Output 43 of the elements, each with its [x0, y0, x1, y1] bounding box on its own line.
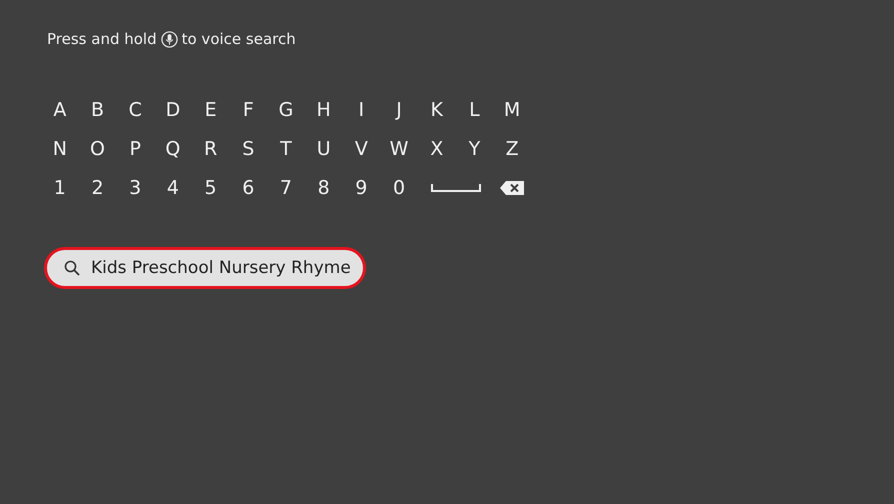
keyboard-key[interactable]: H	[304, 90, 342, 129]
keyboard-key[interactable]: Y	[456, 129, 494, 168]
keyboard-key[interactable]: 3	[116, 168, 154, 207]
keyboard-key[interactable]: V	[342, 129, 380, 168]
keyboard-key[interactable]: 5	[192, 168, 230, 207]
keyboard-key[interactable]: U	[304, 129, 342, 168]
search-field[interactable]: Kids Preschool Nursery Rhyme	[44, 247, 366, 289]
microphone-icon	[160, 30, 178, 48]
backspace-icon	[500, 180, 524, 194]
keyboard-key[interactable]: 9	[342, 168, 380, 207]
keyboard-key[interactable]: T	[267, 129, 305, 168]
keyboard-key[interactable]: 4	[154, 168, 192, 207]
keyboard-key[interactable]: I	[342, 90, 380, 129]
keyboard-key[interactable]: B	[78, 90, 116, 129]
keyboard-key[interactable]: J	[380, 90, 418, 129]
keyboard-key[interactable]: A	[41, 90, 79, 129]
keyboard-key[interactable]: 7	[267, 168, 305, 207]
keyboard-key[interactable]: C	[116, 90, 154, 129]
keyboard-key[interactable]: E	[192, 90, 230, 129]
keyboard-key[interactable]: O	[78, 129, 116, 168]
keyboard-key[interactable]: S	[229, 129, 268, 168]
keyboard-key[interactable]: P	[116, 129, 154, 168]
keyboard-key[interactable]: Z	[493, 129, 531, 168]
keyboard-key[interactable]: 1	[41, 168, 79, 207]
prompt-text: to voice search	[182, 30, 296, 48]
keyboard-key[interactable]: 2	[78, 168, 116, 207]
keyboard-key[interactable]: W	[380, 129, 418, 168]
keyboard-key[interactable]: 0	[380, 168, 418, 207]
keyboard-key[interactable]: R	[192, 129, 230, 168]
keyboard-key[interactable]: G	[267, 90, 305, 129]
keyboard-key[interactable]: F	[229, 90, 268, 129]
keyboard-key[interactable]: 8	[304, 168, 342, 207]
keyboard-key[interactable]: D	[154, 90, 192, 129]
keyboard-key[interactable]: N	[41, 129, 79, 168]
keyboard-key[interactable]: X	[418, 129, 456, 168]
keyboard-key[interactable]: M	[493, 90, 531, 129]
prompt-text: Press and hold	[47, 30, 157, 48]
keyboard-key[interactable]: L	[456, 90, 494, 129]
keyboard-key[interactable]: Q	[154, 129, 192, 168]
keyboard-key[interactable]: 6	[229, 168, 268, 207]
search-icon	[64, 260, 80, 276]
keyboard-key[interactable]: K	[418, 90, 456, 129]
space-bar-icon	[430, 182, 481, 192]
